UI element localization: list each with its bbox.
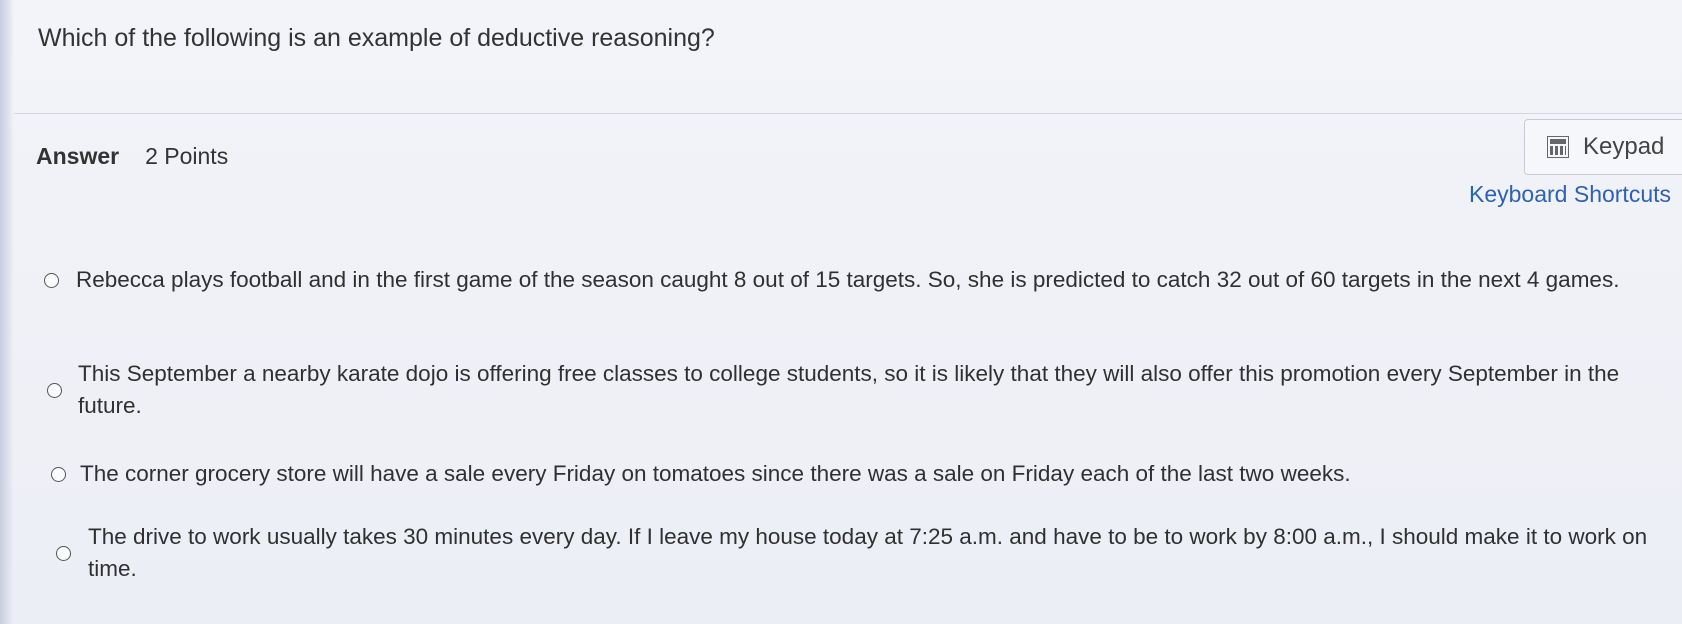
points-value: 2 Points <box>145 143 229 169</box>
keypad-button[interactable]: Keypad <box>1524 119 1682 175</box>
radio-button-1[interactable] <box>44 272 59 288</box>
question-text: Which of the following is an example of … <box>38 24 715 52</box>
window-left-edge <box>0 0 14 624</box>
answer-option-2-text: This September a nearby karate dojo is o… <box>78 361 1620 418</box>
question-page: Which of the following is an example of … <box>0 0 1682 624</box>
radio-button-4[interactable] <box>56 545 71 561</box>
calculator-icon <box>1547 136 1569 158</box>
radio-button-3[interactable] <box>51 466 66 482</box>
answer-option-4-text: The drive to work usually takes 30 minut… <box>88 524 1648 581</box>
keypad-label: Keypad <box>1583 133 1665 160</box>
answer-option-1[interactable]: Rebecca plays football and in the first … <box>44 264 1676 296</box>
keyboard-shortcuts-link[interactable]: Keyboard Shortcuts <box>1469 181 1671 208</box>
answer-option-2[interactable]: This September a nearby karate dojo is o… <box>47 358 1658 422</box>
answer-label: Answer <box>36 143 120 169</box>
answer-option-3-text: The corner grocery store will have a sal… <box>80 461 1351 486</box>
answer-header: Answer 2 Points <box>36 143 228 170</box>
answer-option-1-text: Rebecca plays football and in the first … <box>76 267 1620 292</box>
radio-button-2[interactable] <box>47 382 62 398</box>
answer-option-4[interactable]: The drive to work usually takes 30 minut… <box>56 521 1668 585</box>
section-divider <box>14 113 1682 114</box>
answer-option-3[interactable]: The corner grocery store will have a sal… <box>51 458 1351 490</box>
